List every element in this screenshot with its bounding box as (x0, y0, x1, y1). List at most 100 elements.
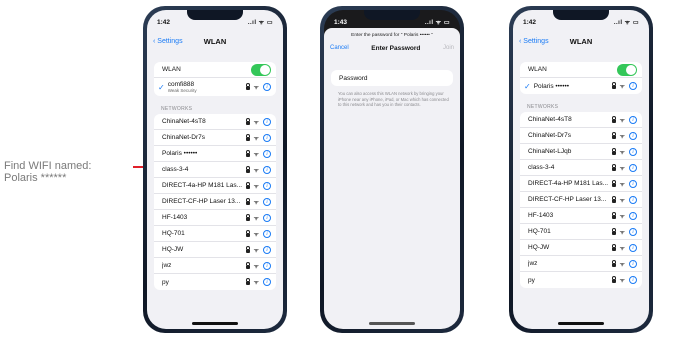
wifi-icon: ᯤ (253, 247, 259, 254)
info-icon[interactable]: i (263, 197, 271, 206)
checkmark-icon: ✓ (158, 82, 165, 92)
wlan-card: WLAN ✓ Polaris •••••• ᯤi (520, 62, 642, 94)
connected-network-row[interactable]: ✓ comfi888 Weak Security ᯤi (154, 78, 276, 96)
phone-wlan-list: 1:42 ..ıl ᯤ ▭ ‹ Settings WLAN WLAN ✓ com… (143, 6, 287, 333)
info-icon[interactable]: i (629, 195, 637, 204)
lock-icon (245, 165, 251, 173)
lock-icon (611, 227, 617, 235)
info-icon[interactable]: i (263, 181, 271, 190)
wlan-label: WLAN (528, 66, 547, 73)
info-icon[interactable]: i (629, 276, 637, 284)
nav-bar: ‹ Settings WLAN (519, 34, 643, 48)
info-icon[interactable]: i (629, 211, 637, 220)
status-icons: ..ıl ᯤ ▭ (613, 20, 639, 26)
info-icon[interactable]: i (263, 133, 271, 142)
join-button[interactable]: Join (443, 45, 454, 51)
network-row[interactable]: ChinaNet-4sT8 ᯤ i (520, 112, 642, 128)
network-row[interactable]: HQ-701 ᯤ i (520, 224, 642, 240)
network-name: py (162, 278, 169, 286)
info-icon[interactable]: i (629, 179, 637, 188)
info-icon[interactable]: i (263, 149, 271, 158)
info-icon[interactable]: i (629, 259, 637, 268)
network-name: DIRECT-CF-HP Laser 13... (162, 198, 241, 205)
password-sheet: Enter the password for " Polaris •••••• … (324, 28, 460, 329)
lock-icon (611, 115, 617, 123)
info-icon[interactable]: i (629, 82, 637, 90)
info-icon[interactable]: i (263, 245, 271, 254)
checkmark-icon: ✓ (524, 81, 531, 91)
status-time: 1:43 (334, 18, 348, 26)
wifi-icon: ᯤ (253, 280, 259, 286)
networks-list: ChinaNet-4sT8 ᯤ i ChinaNet-Dr7s ᯤ i ChinaNet-L… (520, 112, 642, 288)
wifi-icon: ᯤ (619, 197, 625, 204)
phone-enter-password: 1:43 ..ıl ᯤ ▭ Enter the password for " P… (320, 6, 464, 333)
wlan-toggle[interactable] (251, 63, 271, 76)
network-name: HQ-701 (528, 228, 551, 235)
lock-icon (611, 163, 617, 171)
info-icon[interactable]: i (263, 83, 271, 91)
network-name: HQ-701 (162, 230, 185, 237)
network-row[interactable]: py ᯤ i (154, 274, 276, 290)
network-row[interactable]: HQ-JW ᯤ i (520, 240, 642, 256)
info-icon[interactable]: i (629, 115, 637, 124)
info-icon[interactable]: i (263, 261, 271, 270)
cancel-button[interactable]: Cancel (330, 45, 349, 51)
settings-back-button[interactable]: ‹ Settings (153, 38, 183, 45)
info-icon[interactable]: i (263, 229, 271, 238)
lock-icon (611, 211, 617, 219)
network-row[interactable]: ChinaNet-Dr7s ᯤ i (154, 130, 276, 146)
info-icon[interactable]: i (629, 243, 637, 252)
wifi-icon: ᯤ (619, 84, 625, 90)
network-row[interactable]: DIRECT-CF-HP Laser 13... ᯤ i (520, 192, 642, 208)
info-icon[interactable]: i (629, 227, 637, 236)
phone-screen: 1:42 ..ıl ᯤ ▭ ‹ Settings WLAN WLAN ✓ com… (147, 10, 283, 329)
network-row[interactable]: HQ-JW ᯤ i (154, 242, 276, 258)
network-row[interactable]: ChinaNet-4sT8 ᯤ i (154, 114, 276, 130)
wlan-toggle[interactable] (617, 63, 637, 76)
network-name: jwz (528, 260, 538, 267)
wifi-icon: ᯤ (253, 85, 259, 91)
network-row[interactable]: jwz ᯤ i (520, 256, 642, 272)
network-row[interactable]: class-3-4 ᯤ i (154, 162, 276, 178)
network-row[interactable]: ChinaNet-Dr7s ᯤ i (520, 128, 642, 144)
info-icon[interactable]: i (629, 163, 637, 172)
lock-icon (245, 278, 251, 285)
network-row[interactable]: DIRECT-4a-HP M181 Las... ᯤ i (520, 176, 642, 192)
info-icon[interactable]: i (629, 131, 637, 140)
wlan-card: WLAN ✓ comfi888 Weak Security ᯤi (154, 62, 276, 96)
password-field[interactable]: Password (331, 70, 453, 86)
lock-icon (245, 261, 251, 269)
lock-icon (245, 181, 251, 189)
info-icon[interactable]: i (263, 213, 271, 222)
lock-icon (245, 245, 251, 253)
network-row[interactable]: DIRECT-CF-HP Laser 13... ᯤ i (154, 194, 276, 210)
network-row[interactable]: HQ-701 ᯤ i (154, 226, 276, 242)
wifi-icon: ᯤ (619, 213, 625, 220)
connected-network-name: comfi888 (167, 81, 195, 88)
status-time: 1:42 (523, 18, 537, 26)
network-row[interactable]: DIRECT-4a-HP M181 Las... ᯤ i (154, 178, 276, 194)
network-row[interactable]: Polaris •••••• ᯤ i (154, 146, 276, 162)
network-name: HQ-JW (162, 246, 184, 253)
home-indicator (369, 322, 415, 325)
network-name: class-3-4 (162, 166, 189, 173)
network-row[interactable]: class-3-4 ᯤ i (520, 160, 642, 176)
network-row[interactable]: HF-1403 ᯤ i (154, 210, 276, 226)
network-row[interactable]: HF-1403 ᯤ i (520, 208, 642, 224)
connected-network-row[interactable]: ✓ Polaris •••••• ᯤi (520, 78, 642, 94)
settings-back-button[interactable]: ‹ Settings (519, 38, 549, 45)
network-row[interactable]: jwz ᯤ i (154, 258, 276, 274)
lock-icon (245, 149, 251, 157)
wifi-icon: ᯤ (253, 215, 259, 222)
info-icon[interactable]: i (263, 117, 271, 126)
lock-icon (611, 147, 617, 155)
network-row[interactable]: ChinaNet-LJqb ᯤ i (520, 144, 642, 160)
wifi-icon: ᯤ (619, 133, 625, 140)
network-row[interactable]: py ᯤ i (520, 272, 642, 288)
info-icon[interactable]: i (263, 165, 271, 174)
info-icon[interactable]: i (629, 147, 637, 156)
network-name: DIRECT-CF-HP Laser 13... (528, 196, 607, 203)
wifi-icon: ᯤ (253, 135, 259, 142)
sheet-title: Enter Password (371, 44, 421, 52)
info-icon[interactable]: i (263, 278, 271, 286)
